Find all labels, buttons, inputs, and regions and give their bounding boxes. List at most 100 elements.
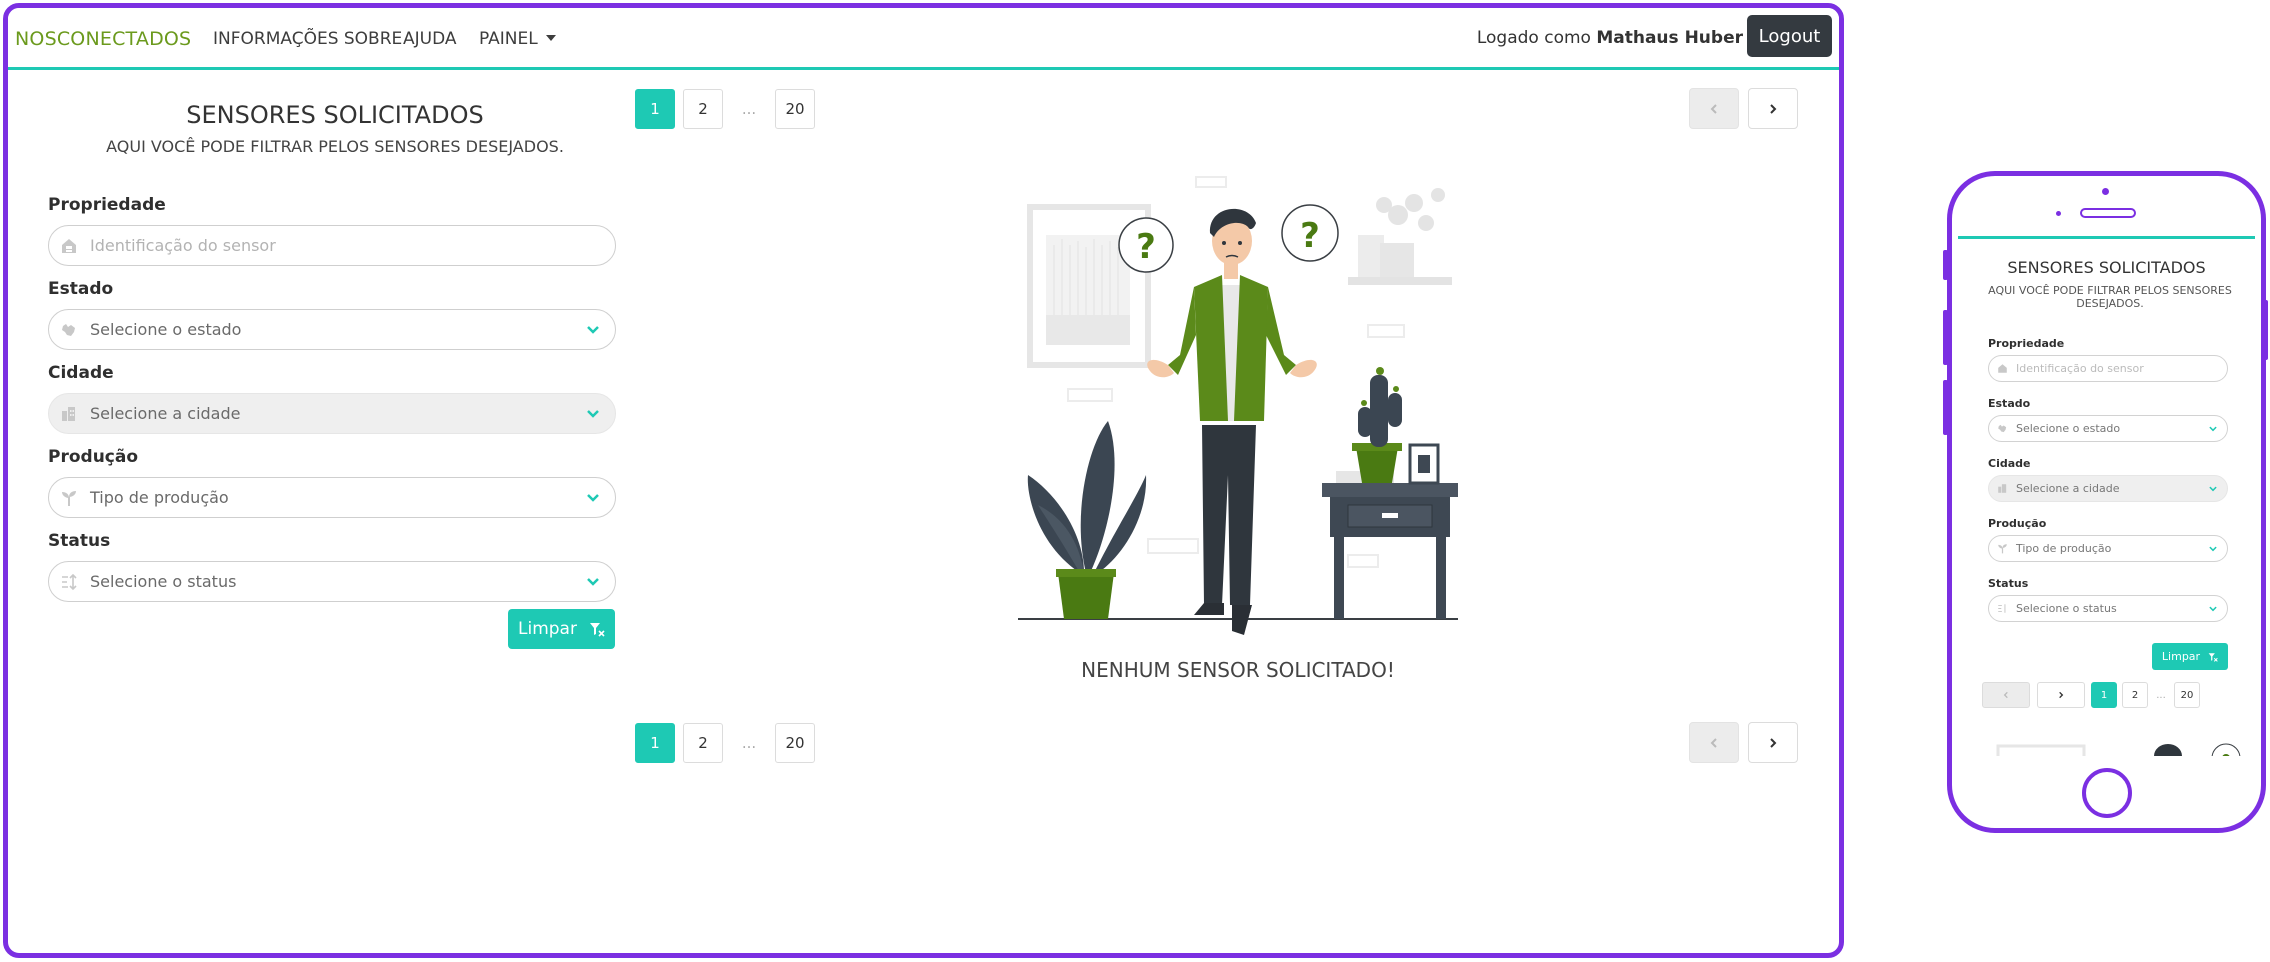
mobile-screen: SENSORES SOLICITADOS AQUI VOCÊ PODE FILT… — [1958, 236, 2255, 756]
mobile-state-select[interactable]: Selecione o estado — [1988, 415, 2228, 442]
property-icon — [60, 237, 78, 255]
mobile-next-page-button[interactable] — [2037, 682, 2085, 708]
filter-clear-icon — [589, 623, 605, 637]
mobile-state-placeholder: Selecione o estado — [2016, 422, 2121, 435]
state-select[interactable]: Selecione o estado — [48, 309, 616, 350]
page-ellipsis: ... — [731, 723, 767, 763]
mobile-status-placeholder: Selecione o status — [2016, 602, 2117, 615]
mobile-clear-label: Limpar — [2161, 650, 2201, 663]
status-placeholder: Selecione o status — [90, 572, 237, 591]
phone-sensor — [2056, 211, 2061, 216]
mobile-label-producao: Produção — [1988, 517, 2047, 530]
chevron-down-icon — [587, 409, 599, 418]
mobile-prev-page-button[interactable] — [1982, 682, 2030, 708]
chevron-down-icon — [2209, 606, 2217, 611]
prev-page-button[interactable] — [1689, 722, 1739, 763]
chevron-down-icon — [587, 325, 599, 334]
filter-title: SENSORES SOLICITADOS — [186, 101, 484, 129]
mobile-clear-filters-button[interactable]: Limpar — [2152, 643, 2228, 670]
page-button[interactable]: 2 — [683, 723, 723, 763]
chevron-down-icon — [2209, 486, 2217, 491]
top-navbar: NOSCONECTADOS INFORMAÇÕES SOBRE AJUDA PA… — [8, 8, 1839, 70]
clear-filters-button[interactable]: Limpar — [508, 609, 615, 649]
brand-logo[interactable]: NOSCONECTADOS — [15, 28, 191, 50]
mobile-page-button[interactable]: 2 — [2122, 682, 2148, 708]
mobile-page-button[interactable]: 1 — [2091, 682, 2117, 708]
chevron-down-icon — [2209, 546, 2217, 551]
chevron-left-icon — [1710, 737, 1717, 748]
logout-button[interactable]: Logout — [1747, 15, 1832, 57]
prev-page-button[interactable] — [1689, 88, 1739, 129]
mobile-illustration-peek — [1996, 743, 2241, 756]
page-button[interactable]: 2 — [683, 89, 723, 129]
caret-down-icon — [545, 35, 556, 41]
sort-icon — [60, 573, 78, 591]
page-button[interactable]: 1 — [635, 723, 675, 763]
next-page-button[interactable] — [1748, 88, 1798, 129]
nav-dropdown-panel[interactable]: PAINEL — [479, 29, 556, 49]
city-placeholder: Selecione a cidade — [90, 404, 241, 423]
phone-speaker — [2080, 208, 2136, 218]
chevron-right-icon — [1770, 103, 1777, 114]
chevron-right-icon — [1770, 737, 1777, 748]
filter-subtitle: AQUI VOCÊ PODE FILTRAR PELOS SENSORES DE… — [106, 137, 564, 156]
chevron-down-icon — [2209, 426, 2217, 431]
city-icon — [1997, 483, 2008, 494]
page-ellipsis: ... — [731, 89, 767, 129]
chevron-left-icon — [2003, 691, 2008, 699]
label-cidade: Cidade — [48, 363, 114, 383]
production-select[interactable]: Tipo de produção — [48, 477, 616, 518]
desktop-browser-frame: NOSCONECTADOS INFORMAÇÕES SOBRE AJUDA PA… — [3, 3, 1844, 958]
panel-label: PAINEL — [479, 29, 538, 49]
next-page-button[interactable] — [1748, 722, 1798, 763]
svg-text:?: ? — [1136, 227, 1156, 267]
logged-user-info: Logado como Mathaus Huber — [1477, 28, 1743, 48]
sort-icon — [1997, 603, 2008, 614]
page-button[interactable]: 1 — [635, 89, 675, 129]
state-placeholder: Selecione o estado — [90, 320, 242, 339]
label-estado: Estado — [48, 279, 114, 299]
pagination-top: 1 2 ... 20 — [635, 89, 815, 129]
mobile-property-placeholder: Identificação do sensor — [2016, 362, 2144, 375]
filter-clear-icon — [2208, 652, 2218, 662]
map-icon — [1997, 423, 2008, 434]
mobile-property-input[interactable]: Identificação do sensor — [1988, 355, 2228, 382]
mobile-label-estado: Estado — [1988, 397, 2031, 410]
svg-text:?: ? — [1300, 216, 1320, 256]
user-name: Mathaus Huber — [1596, 28, 1743, 48]
production-placeholder: Tipo de produção — [90, 488, 229, 507]
nav-link-help[interactable]: AJUDA — [403, 29, 457, 49]
logged-prefix: Logado como — [1476, 28, 1597, 48]
empty-state-message: NENHUM SENSOR SOLICITADO! — [1081, 658, 1395, 682]
chevron-right-icon — [2059, 691, 2064, 699]
city-icon — [60, 405, 78, 423]
chevron-left-icon — [1710, 103, 1717, 114]
property-icon — [1997, 363, 2008, 374]
mobile-production-select[interactable]: Tipo de produção — [1988, 535, 2228, 562]
city-select[interactable]: Selecione a cidade — [48, 393, 616, 434]
page-button[interactable]: 20 — [775, 723, 815, 763]
nav-link-info[interactable]: INFORMAÇÕES SOBRE — [213, 29, 402, 49]
page-button[interactable]: 20 — [775, 89, 815, 129]
mobile-status-select[interactable]: Selecione o status — [1988, 595, 2228, 622]
mobile-city-select[interactable]: Selecione a cidade — [1988, 475, 2228, 502]
property-input[interactable]: Identificação do sensor — [48, 225, 616, 266]
mobile-page-ellipsis: ... — [2151, 682, 2171, 708]
map-icon — [60, 321, 78, 339]
mobile-filter-subtitle: AQUI VOCÊ PODE FILTRAR PELOS SENSORES DE… — [1988, 284, 2232, 310]
mobile-page-button[interactable]: 20 — [2174, 682, 2200, 708]
pagination-bottom: 1 2 ... 20 — [635, 723, 815, 763]
mobile-label-cidade: Cidade — [1988, 457, 2031, 470]
mobile-city-placeholder: Selecione a cidade — [2016, 482, 2120, 495]
mobile-filter-title: SENSORES SOLICITADOS — [2007, 258, 2206, 277]
status-select[interactable]: Selecione o status — [48, 561, 616, 602]
label-propriedade: Propriedade — [48, 195, 166, 215]
phone-home-button — [2082, 768, 2132, 818]
label-producao: Produção — [48, 447, 139, 467]
mobile-label-propriedade: Propriedade — [1988, 337, 2065, 350]
sprout-icon — [60, 489, 78, 507]
confused-man-illustration: ? ? — [1018, 176, 1458, 635]
property-placeholder: Identificação do sensor — [90, 236, 276, 255]
mobile-label-status: Status — [1988, 577, 2029, 590]
sprout-icon — [1997, 543, 2008, 554]
